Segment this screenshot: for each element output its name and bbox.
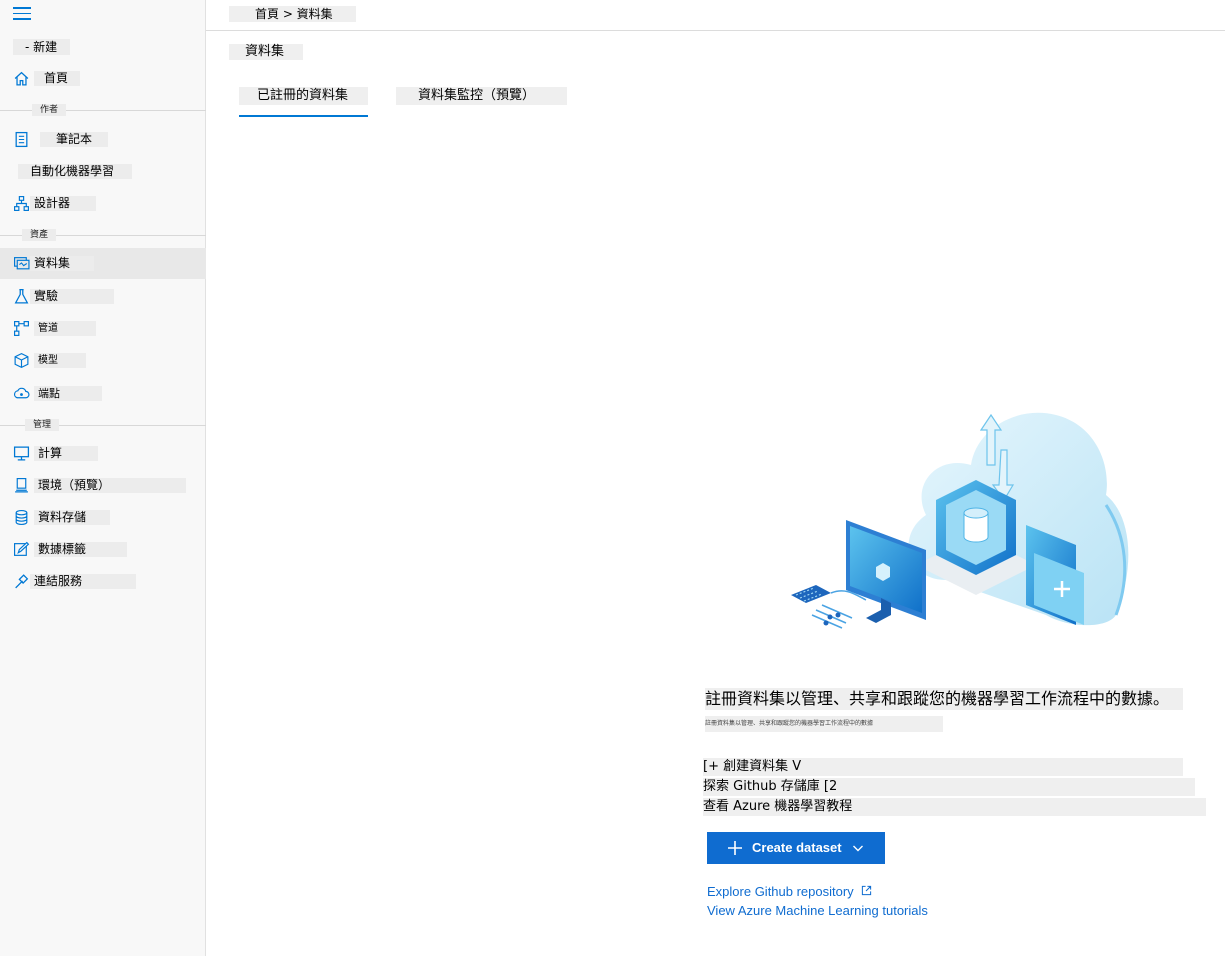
section-label: 作者 (32, 104, 67, 116)
tutorials-link[interactable]: View Azure Machine Learning tutorials (707, 903, 928, 919)
compute-icon (13, 446, 30, 461)
sidebar: - 新建 首頁 作者 筆記本 自動化機器學習 設計器 資產 資料集 實驗 管道 … (0, 0, 206, 956)
section-assets: 資產 (0, 229, 206, 241)
create-dataset-label: Create dataset (752, 840, 842, 855)
new-button[interactable]: - 新建 (13, 39, 70, 55)
empty-state-description: 註冊資料集以管理、共享和跟蹤您的機器學習工作流程中的數據。 (705, 688, 1183, 710)
main-content: 首頁 > 資料集 資料集 已註冊的資料集 資料集監控（預覽） 註冊資料集以管理、… (206, 0, 1225, 956)
section-manage: 管理 (0, 419, 206, 431)
explore-github-link[interactable]: Explore Github repository (707, 884, 872, 900)
sidebar-item-label: 連結服務 (30, 574, 136, 589)
sidebar-item-label: 計算 (34, 446, 98, 461)
tab-registered-datasets[interactable]: 已註冊的資料集 (239, 87, 368, 105)
chevron-down-icon (853, 845, 863, 852)
explore-github-label: Explore Github repository (707, 884, 854, 899)
tab-dataset-monitors[interactable]: 資料集監控（預覽） (396, 87, 567, 105)
translated-github-line: 探索 Github 存儲庫 [2 (703, 778, 1195, 796)
section-label: 管理 (25, 419, 60, 431)
sidebar-item-notebooks[interactable]: 筆記本 (0, 124, 206, 155)
sidebar-item-experiments[interactable]: 實驗 (0, 281, 206, 312)
sidebar-item-label: 模型 (34, 353, 86, 368)
sidebar-item-data-labeling[interactable]: 數據標籤 (0, 534, 206, 565)
sidebar-item-label: 實驗 (30, 289, 114, 304)
sidebar-item-label: 設計器 (30, 196, 96, 211)
dataset-icon (14, 257, 30, 270)
cube-icon (14, 352, 29, 369)
sidebar-item-automl[interactable]: 自動化機器學習 (0, 156, 206, 187)
sidebar-item-label: 資料存儲 (34, 510, 110, 525)
sidebar-item-environments[interactable]: 環境（預覽） (0, 470, 206, 501)
link-icon (15, 574, 29, 589)
sidebar-item-label: 資料集 (30, 256, 94, 271)
sidebar-item-pipelines[interactable]: 管道 (0, 313, 206, 344)
datasets-illustration (791, 412, 1129, 629)
header-divider (206, 30, 1225, 31)
sidebar-item-datastores[interactable]: 資料存儲 (0, 502, 206, 533)
sidebar-item-endpoints[interactable]: 端點 (0, 378, 206, 409)
sidebar-item-label: 端點 (34, 386, 102, 401)
notebook-icon (15, 131, 28, 148)
sidebar-item-label: 環境（預覽） (34, 478, 186, 493)
sidebar-item-linked-services[interactable]: 連結服務 (0, 566, 206, 597)
translated-create-line: [+ 創建資料集 V (703, 758, 1183, 776)
datastore-icon (15, 510, 28, 525)
section-label: 資產 (22, 229, 57, 241)
hamburger-icon[interactable] (13, 7, 31, 21)
breadcrumb[interactable]: 首頁 > 資料集 (229, 6, 356, 22)
active-tab-indicator (239, 115, 368, 117)
sidebar-item-datasets[interactable]: 資料集 (0, 248, 206, 279)
flask-icon (14, 288, 29, 304)
labeling-icon (14, 541, 30, 556)
sidebar-item-label: 首頁 (34, 71, 80, 86)
create-dataset-button[interactable]: Create dataset (707, 832, 885, 864)
translated-tutorials-line: 查看 Azure 機器學習教程 (703, 798, 1206, 816)
section-author: 作者 (0, 104, 206, 116)
empty-state-subtext: 註冊資料集以管理、共享和跟蹤您的機器學習工作流程中的數據 (705, 716, 943, 732)
sidebar-item-label: 筆記本 (40, 132, 108, 147)
sidebar-item-home[interactable]: 首頁 (0, 63, 206, 94)
environment-icon (15, 478, 28, 493)
sidebar-item-compute[interactable]: 計算 (0, 438, 206, 469)
page-title: 資料集 (229, 44, 303, 60)
external-link-icon (862, 885, 872, 896)
home-icon (14, 71, 29, 86)
plus-icon (728, 841, 742, 855)
sidebar-item-label: 數據標籤 (34, 542, 127, 557)
sidebar-item-models[interactable]: 模型 (0, 345, 206, 376)
sidebar-item-label: 自動化機器學習 (18, 164, 132, 179)
endpoint-icon (13, 387, 30, 399)
pipeline-icon (14, 321, 29, 336)
sidebar-item-label: 管道 (34, 321, 96, 336)
sidebar-item-designer[interactable]: 設計器 (0, 188, 206, 219)
designer-icon (14, 196, 29, 211)
